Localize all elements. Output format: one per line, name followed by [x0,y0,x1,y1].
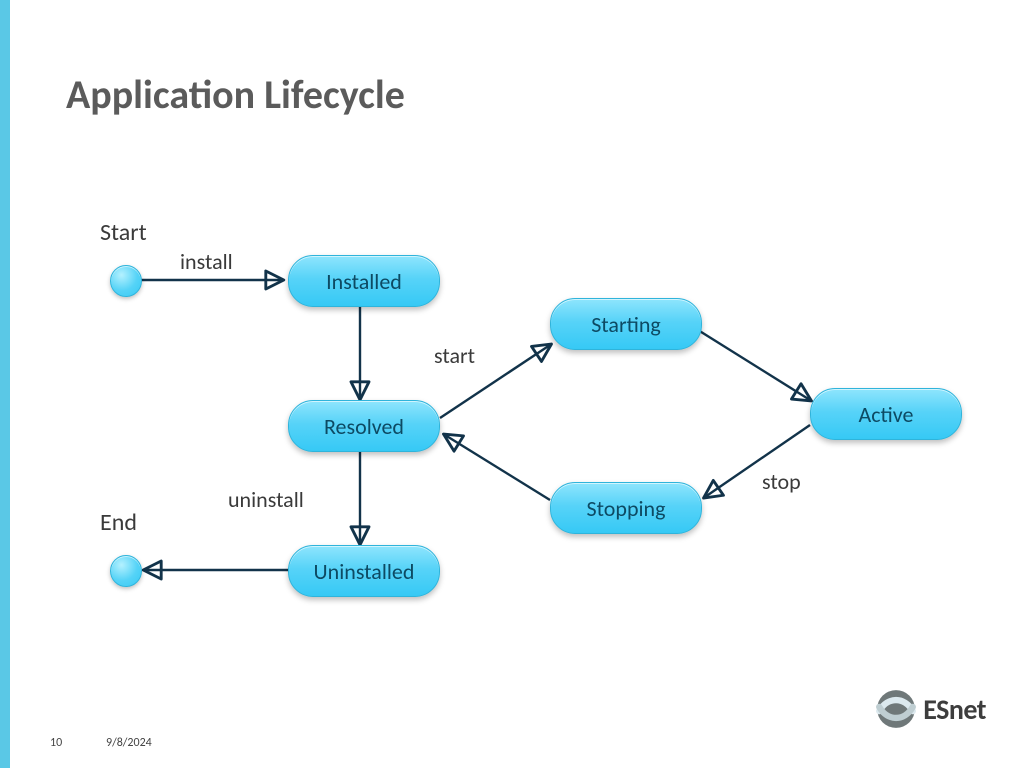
node-installed: Installed [288,255,440,307]
edge-uninstall-label: uninstall [228,486,304,513]
node-active: Active [810,388,962,440]
arrows-layer [10,0,1024,768]
page-number: 10 [50,736,62,750]
edge-start-label: start [434,342,475,369]
node-label: Resolved [324,413,404,440]
start-dot [110,265,142,297]
edge-install-label: install [180,248,233,275]
node-uninstalled: Uninstalled [288,545,440,597]
accent-sidebar [0,0,10,768]
end-dot [110,555,142,587]
node-stopping: Stopping [550,482,702,534]
node-label: Active [859,401,914,428]
diagram-canvas: Start End Installed Resolved Uninstalled… [10,0,1024,768]
brand-text: ESnet [923,692,986,727]
footer-date: 9/8/2024 [106,736,152,750]
edge-stop-label: stop [762,468,801,495]
node-label: Uninstalled [314,558,415,585]
start-label: Start [100,218,147,247]
brand-logo: ESnet [875,688,986,730]
esnet-globe-icon [875,688,917,730]
node-label: Installed [326,268,402,295]
node-starting: Starting [550,298,702,350]
end-label: End [100,508,137,537]
slide: Application Lifecycle [10,0,1024,768]
node-resolved: Resolved [288,400,440,452]
node-label: Stopping [587,495,666,522]
node-label: Starting [591,311,661,338]
